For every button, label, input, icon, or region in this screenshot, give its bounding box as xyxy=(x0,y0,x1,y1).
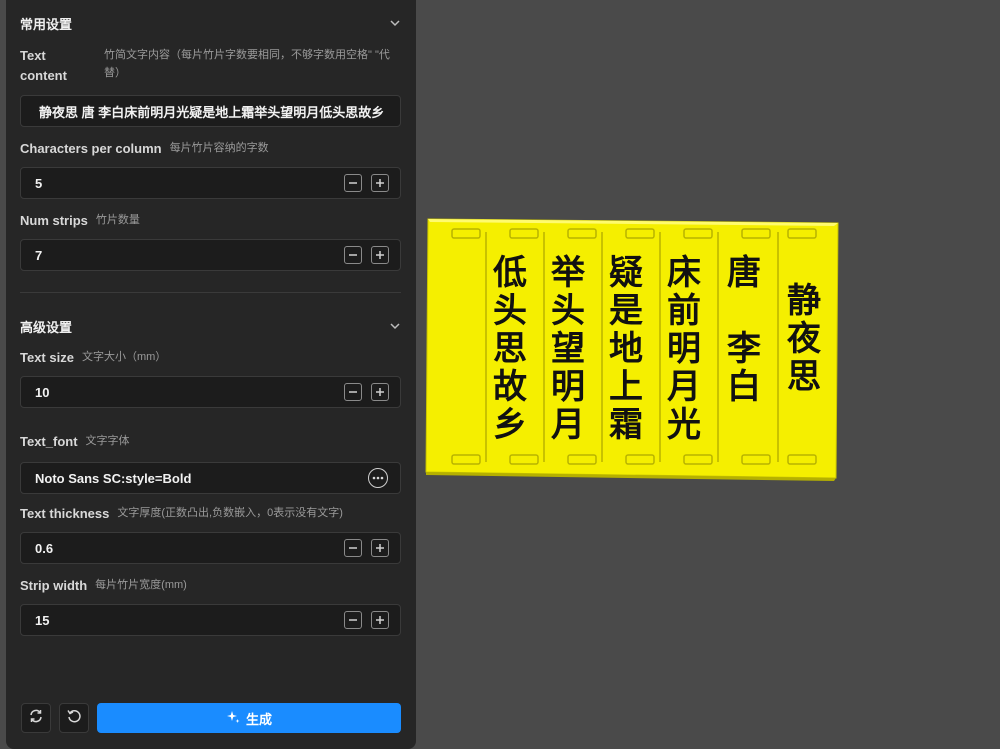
text-thickness-input[interactable]: 0.6 xyxy=(20,532,401,564)
section-divider xyxy=(20,292,401,293)
chars-per-column-input[interactable]: 5 xyxy=(20,167,401,199)
strip-character: 夜 xyxy=(786,319,822,359)
strip-character: 床 xyxy=(667,253,701,293)
strip-character: 头 xyxy=(493,291,527,331)
num-strips-hint: 竹片数量 xyxy=(95,214,140,226)
strip-character: 思 xyxy=(787,357,821,397)
plus-icon[interactable] xyxy=(371,539,389,557)
strip-character: 疑 xyxy=(609,253,643,293)
generate-label: 生成 xyxy=(245,711,272,727)
strip-width-label-row: Strip width 每片竹片宽度(mm) xyxy=(20,576,404,596)
settings-panel: 常用设置 Text content 竹简文字内容（每片竹片字数要相同，不够字数用… xyxy=(6,0,416,749)
text-content-label-row: Text content 竹简文字内容（每片竹片字数要相同，不够字数用空格" "… xyxy=(20,46,404,86)
strip-width-stepper xyxy=(344,611,389,629)
text-size-stepper xyxy=(344,383,389,401)
chevron-down-icon[interactable] xyxy=(388,319,402,333)
strip-width-hint: 每片竹片宽度(mm) xyxy=(95,579,187,591)
strip-width-label: Strip width xyxy=(20,578,88,593)
generate-button[interactable]: 生成 xyxy=(97,703,401,733)
text-content-input[interactable]: 静夜思 唐 李白床前明月光疑是地上霜举头望明月低头思故乡 xyxy=(20,95,401,127)
text-size-value: 10 xyxy=(35,384,50,400)
text-content-label: Text content xyxy=(20,48,67,83)
strip-character: 霜 xyxy=(609,405,643,445)
chars-per-column-value: 5 xyxy=(35,175,43,191)
strip-character: 低 xyxy=(493,253,527,293)
chars-per-column-label-row: Characters per column 每片竹片容纳的字数 xyxy=(20,139,404,159)
text-thickness-value: 0.6 xyxy=(35,540,54,556)
text-thickness-label: Text thickness xyxy=(20,506,110,521)
text-thickness-label-row: Text thickness 文字厚度(正数凸出,负数嵌入，0表示没有文字) xyxy=(20,504,404,524)
num-strips-label-row: Num strips 竹片数量 xyxy=(20,211,404,231)
sparkle-icon xyxy=(226,710,240,727)
common-settings-header[interactable]: 常用设置 xyxy=(20,11,402,35)
strip-character: 月 xyxy=(551,405,585,445)
minus-icon[interactable] xyxy=(344,539,362,557)
strip-character: 白 xyxy=(727,367,761,407)
strip-character: 思 xyxy=(493,329,527,369)
advanced-settings-header[interactable]: 高级设置 xyxy=(20,314,402,338)
strip-character: 是 xyxy=(609,291,643,331)
sync-button[interactable] xyxy=(21,703,51,733)
3d-viewport[interactable]: 低头思故乡举头望明月疑是地上霜床前明月光唐李白静夜思 xyxy=(416,0,1000,749)
text-size-hint: 文字大小（mm） xyxy=(81,351,167,363)
strip-character: 明 xyxy=(551,367,585,407)
common-settings-title: 常用设置 xyxy=(20,16,73,32)
text-size-label: Text size xyxy=(20,350,74,365)
plus-icon[interactable] xyxy=(371,383,389,401)
text-font-label-row: Text_font 文字字体 xyxy=(20,432,404,452)
strip-character: 前 xyxy=(667,291,701,331)
strip-character: 明 xyxy=(667,329,701,369)
chars-per-column-hint: 每片竹片容纳的字数 xyxy=(169,142,269,154)
strip-width-input[interactable]: 15 xyxy=(20,604,401,636)
strip-character: 乡 xyxy=(493,405,527,445)
text-font-value: Noto Sans SC:style=Bold xyxy=(35,470,192,486)
text-thickness-hint: 文字厚度(正数凸出,负数嵌入，0表示没有文字) xyxy=(117,507,343,519)
reset-icon xyxy=(66,708,82,729)
reset-button[interactable] xyxy=(59,703,89,733)
minus-icon[interactable] xyxy=(344,174,362,192)
strip-character: 唐 xyxy=(727,253,761,293)
advanced-settings-title: 高级设置 xyxy=(20,319,73,335)
bamboo-slip-model: 低头思故乡举头望明月疑是地上霜床前明月光唐李白静夜思 xyxy=(425,218,839,481)
strip-character: 故 xyxy=(493,367,527,407)
minus-icon[interactable] xyxy=(344,383,362,401)
chevron-down-icon[interactable] xyxy=(388,16,402,30)
strip-character: 李 xyxy=(727,329,761,369)
text-content-hint: 竹简文字内容（每片竹片字数要相同，不够字数用空格" "代替） xyxy=(104,49,390,79)
chars-per-column-stepper xyxy=(344,174,389,192)
text-font-hint: 文字字体 xyxy=(85,435,130,447)
strip-character: 月 xyxy=(667,367,701,407)
num-strips-label: Num strips xyxy=(20,213,88,228)
app: 低头思故乡举头望明月疑是地上霜床前明月光唐李白静夜思 常用设置 Text con… xyxy=(0,0,1000,749)
text-thickness-stepper xyxy=(344,539,389,557)
text-font-label: Text_font xyxy=(20,434,78,449)
text-content-value: 静夜思 唐 李白床前明月光疑是地上霜举头望明月低头思故乡 xyxy=(39,104,385,120)
strip-character: 头 xyxy=(551,291,585,331)
strip-character: 举 xyxy=(550,253,586,293)
strip-character: 上 xyxy=(609,367,643,407)
strip-character: 地 xyxy=(609,329,643,369)
strip-character: 光 xyxy=(667,405,701,445)
chars-per-column-label: Characters per column xyxy=(20,141,162,156)
num-strips-stepper xyxy=(344,246,389,264)
text-font-input[interactable]: Noto Sans SC:style=Bold xyxy=(20,462,401,494)
minus-icon[interactable] xyxy=(344,611,362,629)
sync-icon xyxy=(28,708,44,729)
plus-icon[interactable] xyxy=(371,611,389,629)
plus-icon[interactable] xyxy=(371,246,389,264)
num-strips-input[interactable]: 7 xyxy=(20,239,401,271)
plus-icon[interactable] xyxy=(371,174,389,192)
text-size-input[interactable]: 10 xyxy=(20,376,401,408)
minus-icon[interactable] xyxy=(344,246,362,264)
num-strips-value: 7 xyxy=(35,247,43,263)
strip-width-value: 15 xyxy=(35,612,50,628)
more-icon[interactable] xyxy=(368,468,388,488)
strip-character: 望 xyxy=(551,329,585,369)
strip-character: 静 xyxy=(787,281,821,321)
text-size-label-row: Text size 文字大小（mm） xyxy=(20,348,404,368)
